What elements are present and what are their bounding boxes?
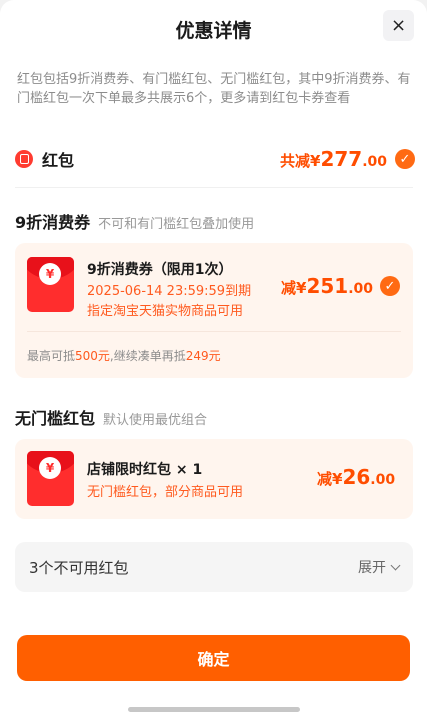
confirm-button[interactable]: 确定 (17, 635, 410, 681)
nothreshold-coupon-card[interactable]: ¥ 店铺限时红包 × 1 无门槛红包，部分商品可用 减¥ 26 .00 (15, 439, 413, 519)
total-amount-dec: .00 (362, 154, 387, 170)
coupon-red-packet-icon: ¥ (27, 257, 74, 312)
coupon-check-icon[interactable]: ✓ (380, 276, 400, 296)
discount-coupon-card[interactable]: ¥ 9折消费券（限用1次） 2025-06-14 23:59:59到期 指定淘宝… (15, 243, 413, 378)
divider (15, 187, 413, 188)
coupon-red-packet-icon: ¥ (27, 451, 74, 506)
expand-button[interactable]: 展开 (358, 557, 401, 577)
description-text: 红包包括9折消费券、有门槛红包、无门槛红包，其中9折消费券、有门槛红包一次下单最… (17, 72, 411, 106)
unavailable-label: 3个不可用红包 (29, 558, 129, 577)
coupon-scope: 指定淘宝天猫实物商品可用 (87, 304, 244, 319)
section-discount-header: 9折消费券 不可和有门槛红包叠加使用 (15, 209, 254, 233)
coupon-expiry: 2025-06-14 23:59:59到期 (87, 284, 252, 299)
card-divider (27, 331, 401, 332)
coupon-discount-amount: 减¥ 26 .00 (317, 465, 396, 489)
discount-detail-sheet: 优惠详情 × 红包包括9折消费券、有门槛红包、无门槛红包，其中9折消费券、有门槛… (0, 0, 427, 720)
total-discount-amount: 共减¥ 277 .00 (280, 147, 387, 171)
section-discount-note: 不可和有门槛红包叠加使用 (98, 217, 255, 232)
close-button[interactable]: × (383, 10, 414, 41)
red-packet-icon (15, 150, 33, 168)
section-nothreshold-title: 无门槛红包 (15, 409, 96, 428)
section-nothreshold-header: 无门槛红包 默认使用最优组合 (15, 405, 207, 429)
coupon-scope: 无门槛红包，部分商品可用 (87, 485, 244, 500)
section-discount-title: 9折消费券 (15, 213, 91, 232)
total-check-icon[interactable]: ✓ (395, 149, 415, 169)
sheet-title: 优惠详情 (175, 20, 252, 42)
hongbao-total-row[interactable]: 红包 共减¥ 277 .00 ✓ (15, 146, 415, 172)
coupon-title: 店铺限时红包 × 1 (87, 462, 203, 478)
chevron-down-icon (390, 560, 401, 570)
close-icon: × (390, 15, 407, 36)
coupon-title: 9折消费券（限用1次） (87, 262, 233, 278)
coupon-footnote: 最高可抵500元,继续凑单再抵249元 (27, 349, 221, 363)
section-nothreshold-note: 默认使用最优组合 (103, 413, 208, 428)
coupon-discount-amount: 减¥ 251 .00 (281, 274, 373, 298)
home-indicator (128, 707, 300, 712)
unavailable-coupons-row[interactable]: 3个不可用红包 展开 (15, 542, 413, 592)
hongbao-label: 红包 (42, 151, 75, 170)
total-amount-int: 277 (320, 147, 363, 171)
total-prefix: 共减¥ (280, 152, 321, 170)
